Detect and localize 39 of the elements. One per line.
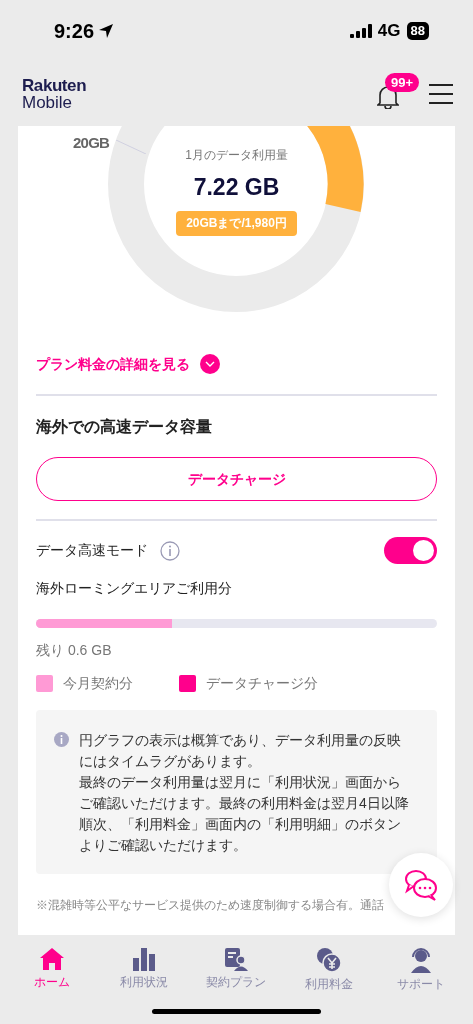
notice-text: 最終のデータ利用量は翌月に「利用状況」画面からご確認いただけます。最終の利用料金は翌月4日以降順次、「利用料金」画面内の「利用明細」のボタンよりご確認いただけます。 xyxy=(79,773,409,855)
chevron-down-icon[interactable] xyxy=(200,354,220,374)
nav-tab[interactable]: サポート xyxy=(377,947,464,993)
info-icon xyxy=(54,732,69,747)
footnote-text: ※混雑時等公平なサービス提供のため速度制御する場合有。通話 xyxy=(36,897,385,914)
coins-icon xyxy=(315,947,342,973)
nav-tab[interactable]: ホーム xyxy=(9,947,96,991)
legend-label: データチャージ分 xyxy=(206,674,318,693)
nav-tab[interactable]: 利用状況 xyxy=(101,947,188,991)
bar-chart-icon xyxy=(132,947,157,971)
bell-icon[interactable] xyxy=(377,85,399,109)
document-person-icon xyxy=(224,947,249,971)
location-arrow-icon xyxy=(98,23,115,39)
notification-badge: 99+ xyxy=(385,73,420,92)
status-time: 9:26 xyxy=(54,19,95,44)
chat-bubbles-icon xyxy=(404,869,438,901)
usage-caption: 1月のデータ利用量 xyxy=(185,147,288,164)
plan-details-link[interactable]: プラン料金の詳細を見る xyxy=(36,353,190,375)
donut-max-label: 20GB xyxy=(73,133,110,153)
signal-icon xyxy=(349,24,372,38)
info-icon[interactable] xyxy=(160,540,180,561)
speed-mode-toggle[interactable] xyxy=(384,537,437,564)
speed-mode-label: データ高速モード xyxy=(36,541,148,560)
home-icon xyxy=(39,947,66,971)
section-title: 海外での高速データ容量 xyxy=(36,417,213,437)
battery-icon: 88 xyxy=(406,22,429,40)
legend-label: 今月契約分 xyxy=(63,674,133,693)
notice-text: 円グラフの表示は概算であり、データ利用量の反映にはタイムラグがあります。 xyxy=(79,731,402,771)
menu-icon[interactable] xyxy=(429,84,453,104)
plan-price-badge: 20GBまで/1,980円 xyxy=(176,210,297,236)
logo-text: Mobile xyxy=(22,94,74,111)
network-label: 4G xyxy=(377,20,401,43)
remaining-text: 残り 0.6 GB xyxy=(36,641,113,660)
roaming-label: 海外ローミングエリアご利用分 xyxy=(36,579,233,598)
leader-line xyxy=(116,140,146,154)
nav-tab[interactable]: 利用料金 xyxy=(285,947,372,993)
nav-tab[interactable]: 契約プラン xyxy=(193,947,280,991)
usage-amount: 7.22 GB xyxy=(193,173,280,202)
logo-text: Rakuten xyxy=(22,77,87,94)
